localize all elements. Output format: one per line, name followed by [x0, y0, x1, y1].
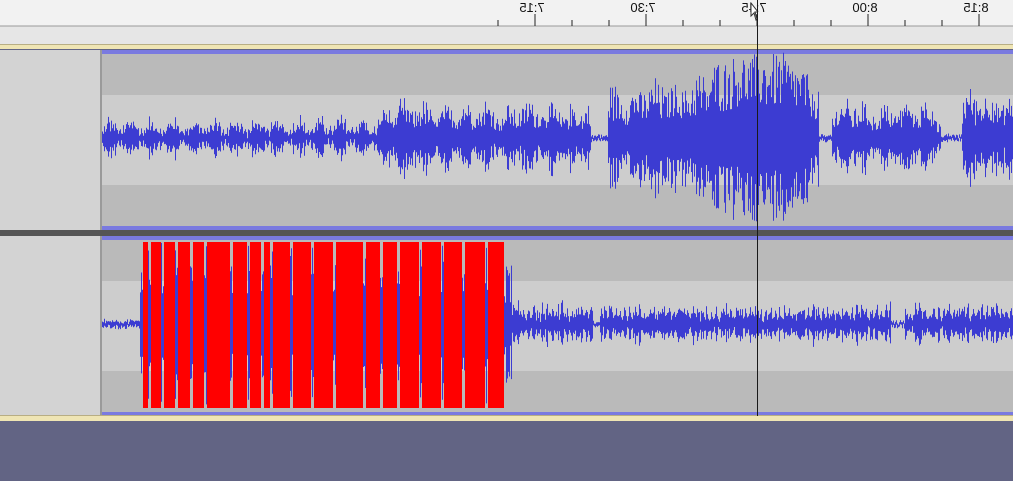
audio-track-2[interactable] — [0, 236, 1013, 416]
ruler-label: 8:15 — [963, 0, 989, 15]
track-area-top-border — [0, 44, 1013, 49]
audio-track-1[interactable] — [0, 50, 1013, 230]
playhead-cursor[interactable] — [757, 0, 758, 416]
track-control-panel[interactable] — [0, 50, 102, 230]
ruler-label: 7:15 — [519, 0, 545, 15]
waveform-track-1[interactable] — [102, 50, 1013, 230]
timeline-ruler[interactable]: 9:159:008:458:308:158:007:457:307:15 — [0, 0, 1013, 44]
ruler-label: 7:30 — [630, 0, 656, 15]
clip-top-edge — [102, 50, 1013, 54]
empty-track-area[interactable] — [0, 421, 1013, 481]
ruler-label: 8:00 — [852, 0, 878, 15]
audio-editor-window: 9:159:008:458:308:158:007:457:307:15 — [0, 0, 1013, 481]
waveform-track-2[interactable] — [102, 236, 1013, 416]
clipped-samples — [143, 242, 504, 408]
track-control-panel[interactable] — [0, 236, 102, 416]
clip-top-edge — [102, 236, 1013, 240]
